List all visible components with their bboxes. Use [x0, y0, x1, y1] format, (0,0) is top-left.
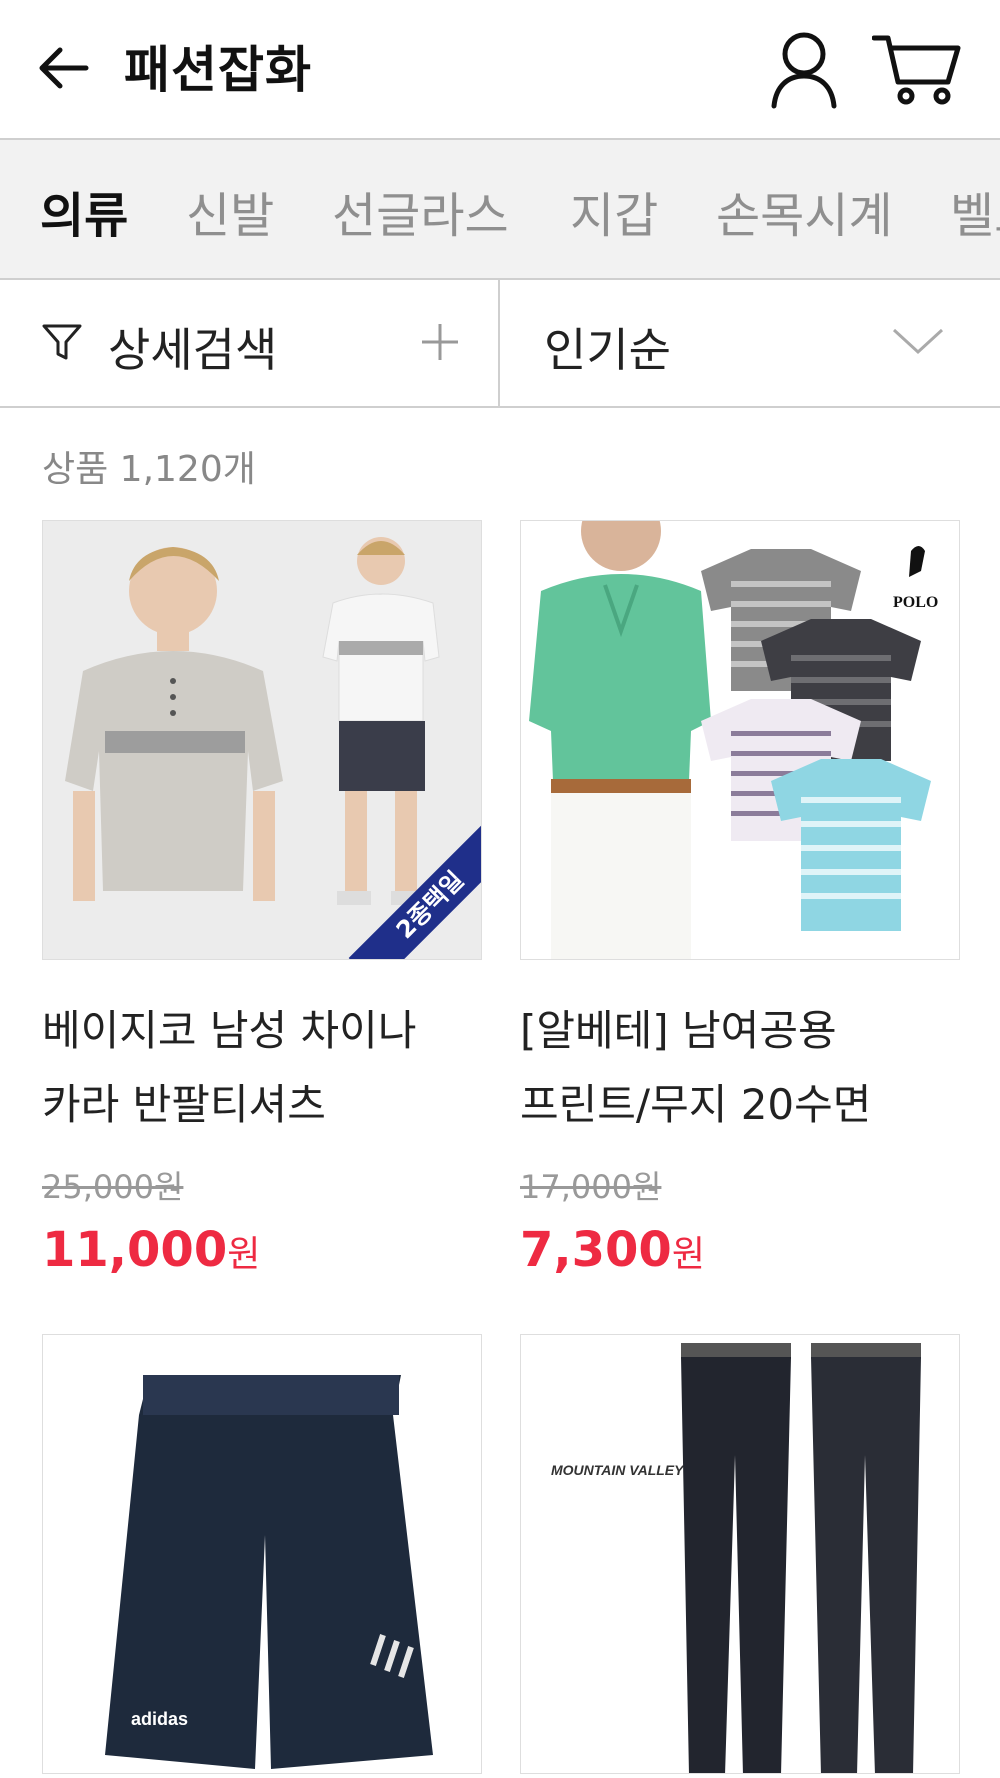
product-card[interactable]: adidas	[42, 1334, 482, 1774]
product-name[interactable]: 베이지코 남성 차이나 카라 반팔티셔츠	[42, 994, 482, 1142]
sale-price-value: 7,300	[520, 1222, 672, 1278]
product-image[interactable]: POLO	[520, 520, 960, 960]
polo-brand-text: POLO	[893, 594, 938, 611]
original-price: 25,000원	[42, 1168, 184, 1206]
product-card[interactable]: MOUNTAIN VALLEY	[520, 1334, 960, 1774]
cart-icon	[871, 35, 961, 105]
original-price: 17,000원	[520, 1168, 662, 1206]
chevron-down-icon	[892, 328, 944, 355]
my-page-button[interactable]	[768, 30, 840, 110]
price-unit: 원	[671, 1234, 705, 1275]
sale-price: 11,000원	[42, 1222, 482, 1278]
product-image[interactable]: MOUNTAIN VALLEY	[520, 1334, 960, 1774]
mountain-valley-brand-text: MOUNTAIN VALLEY	[551, 1462, 685, 1478]
back-button[interactable]	[34, 38, 94, 98]
detail-search-button[interactable]: 상세검색	[0, 280, 500, 406]
page-title: 패션잡화	[124, 41, 312, 99]
cart-button[interactable]	[871, 32, 962, 108]
sort-dropdown[interactable]: 인기순	[502, 280, 1000, 406]
tab-sunglasses[interactable]: 선글라스	[332, 176, 509, 246]
detail-search-label: 상세검색	[108, 323, 278, 377]
user-icon	[771, 32, 837, 109]
top-app-bar: 패션잡화	[0, 0, 1000, 140]
sale-price-value: 11,000	[42, 1222, 228, 1278]
price-unit: 원	[227, 1234, 261, 1275]
sale-price: 7,300원	[520, 1222, 960, 1278]
tab-belt[interactable]: 벨트	[950, 176, 1000, 246]
adidas-brand-text: adidas	[131, 1709, 188, 1729]
tab-clothing[interactable]: 의류	[40, 176, 128, 246]
product-image[interactable]: adidas	[42, 1334, 482, 1774]
arrow-left-icon	[39, 47, 89, 89]
tab-shoes[interactable]: 신발	[186, 176, 274, 246]
product-card[interactable]: POLO [알베테] 남여공용 프린트/무지 20수면 100%... 17,0…	[520, 520, 960, 1278]
product-count: 상품 1,120개	[42, 449, 256, 490]
product-name[interactable]: [알베테] 남여공용 프린트/무지 20수면 100%...	[520, 994, 960, 1142]
filter-bar: 상세검색 인기순	[0, 280, 1000, 408]
sort-label: 인기순	[544, 323, 671, 377]
tab-wallet[interactable]: 지갑	[570, 176, 658, 246]
product-card[interactable]: 2종택일 베이지코 남성 차이나 카라 반팔티셔츠 25,000원 11,000…	[42, 520, 482, 1278]
product-image[interactable]: 2종택일	[42, 520, 482, 960]
filter-icon	[42, 324, 82, 360]
tab-watch[interactable]: 손목시계	[716, 176, 893, 246]
plus-icon	[422, 324, 458, 360]
category-tabs: 의류 신발 선글라스 지갑 손목시계 벨트	[0, 140, 1000, 280]
